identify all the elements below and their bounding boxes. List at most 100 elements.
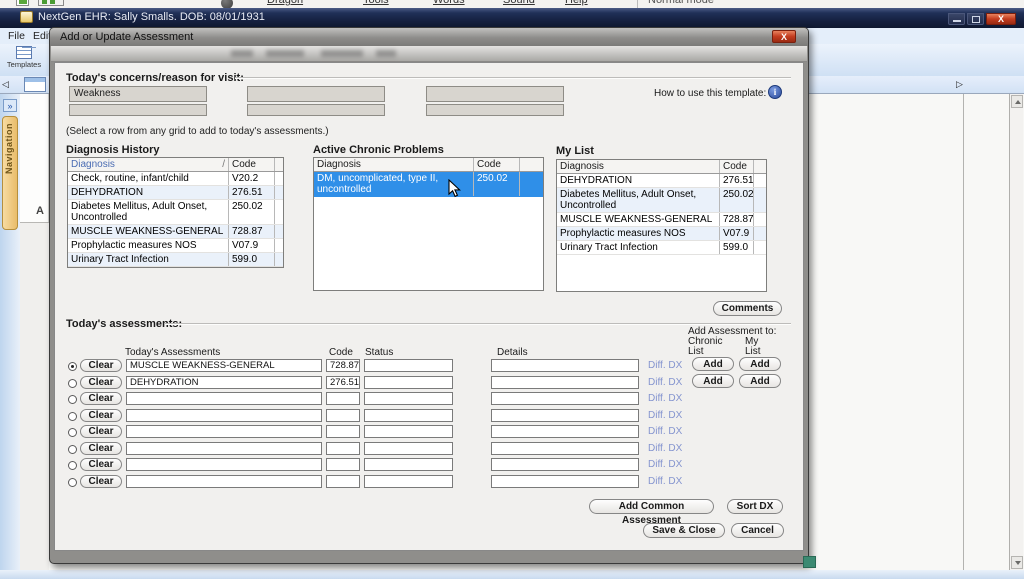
diagnosis-column-header[interactable]: Diagnosis — [314, 158, 474, 171]
add-to-chronic-list-button[interactable]: Add — [692, 374, 734, 388]
code-column-header[interactable]: Code — [229, 158, 275, 171]
menu-help[interactable]: Help — [565, 0, 588, 6]
diff-dx-link[interactable]: Diff. DX — [648, 443, 682, 454]
diagnosis-column-header[interactable]: Diagnosis — [557, 160, 720, 173]
status-input[interactable] — [364, 442, 453, 455]
diff-dx-link[interactable]: Diff. DX — [648, 360, 682, 371]
save-and-close-button[interactable]: Save & Close — [643, 523, 725, 538]
expand-panel-button[interactable]: » — [3, 99, 17, 112]
assessment-input[interactable] — [126, 409, 322, 422]
grid-row[interactable]: Diabetes Mellitus, Adult Onset, Uncontro… — [68, 200, 283, 225]
assessment-radio[interactable] — [68, 428, 77, 437]
grid-header[interactable]: DiagnosisCode — [557, 160, 766, 174]
code-column-header[interactable]: Code — [474, 158, 520, 171]
scroll-up-icon[interactable] — [1011, 95, 1023, 108]
status-input[interactable] — [364, 425, 453, 438]
concern-input-2a[interactable] — [247, 86, 385, 102]
add-to-my-list-button[interactable]: Add — [739, 357, 781, 371]
sort-dx-button[interactable]: Sort DX — [727, 499, 783, 514]
code-input[interactable] — [326, 425, 360, 438]
diagnosis-history-grid[interactable]: Diagnosis/CodeCheck, routine, infant/chi… — [67, 157, 284, 268]
menu-sound[interactable]: Sound — [503, 0, 535, 6]
diagnosis-column-header[interactable]: Diagnosis/ — [68, 158, 229, 171]
add-to-chronic-list-button[interactable]: Add — [692, 357, 734, 371]
assessment-radio[interactable] — [68, 362, 77, 371]
grid-row[interactable]: DM, uncomplicated, type II, uncontrolled… — [314, 172, 543, 197]
details-input[interactable] — [491, 425, 639, 438]
template-tab-icon[interactable] — [24, 77, 46, 92]
clear-button[interactable]: Clear — [80, 475, 122, 488]
minimize-button[interactable] — [948, 13, 965, 25]
grid-row[interactable]: Urinary Tract Infection599.0 — [557, 241, 766, 255]
status-input[interactable] — [364, 392, 453, 405]
assessment-radio[interactable] — [68, 379, 77, 388]
grid-row[interactable]: DEHYDRATION276.51 — [557, 174, 766, 188]
clear-button[interactable]: Clear — [80, 359, 122, 372]
details-input[interactable] — [491, 376, 639, 389]
details-input[interactable] — [491, 359, 639, 372]
dragon-icon-1[interactable] — [16, 0, 29, 6]
clear-button[interactable]: Clear — [80, 376, 122, 389]
code-input[interactable] — [326, 475, 360, 488]
code-input[interactable] — [326, 392, 360, 405]
maximize-button[interactable] — [967, 13, 984, 25]
menu-tools[interactable]: Tools — [363, 0, 389, 6]
details-input[interactable] — [491, 442, 639, 455]
details-input[interactable] — [491, 409, 639, 422]
code-column-header[interactable]: Code — [720, 160, 754, 173]
menu-words[interactable]: Words — [433, 0, 465, 6]
status-input[interactable] — [364, 409, 453, 422]
code-input[interactable] — [326, 442, 360, 455]
diff-dx-link[interactable]: Diff. DX — [648, 410, 682, 421]
status-input[interactable] — [364, 475, 453, 488]
code-input[interactable]: 728.87 — [326, 359, 360, 372]
diff-dx-link[interactable]: Diff. DX — [648, 377, 682, 388]
status-input[interactable] — [364, 376, 453, 389]
assessment-radio[interactable] — [68, 412, 77, 421]
details-input[interactable] — [491, 458, 639, 471]
navigation-tab[interactable]: Navigation — [2, 116, 18, 230]
dragon-icon-2[interactable] — [38, 0, 64, 6]
status-input[interactable] — [364, 458, 453, 471]
concern-input-3a[interactable] — [426, 86, 564, 102]
comments-button[interactable]: Comments — [713, 301, 782, 316]
cancel-button[interactable]: Cancel — [731, 523, 784, 538]
assessment-input[interactable] — [126, 442, 322, 455]
templates-button[interactable]: Templates — [5, 46, 43, 74]
grid-row[interactable]: Check, routine, infant/childV20.2 — [68, 172, 283, 186]
dialog-titlebar[interactable]: Add or Update Assessment X — [50, 28, 808, 46]
close-button[interactable]: X — [986, 13, 1016, 25]
code-input[interactable] — [326, 458, 360, 471]
grid-header[interactable]: DiagnosisCode — [314, 158, 543, 172]
concern-input-3b[interactable] — [426, 104, 564, 116]
grid-row[interactable]: Prophylactic measures NOSV07.9 — [557, 227, 766, 241]
grid-row[interactable]: Diabetes Mellitus, Adult Onset, Uncontro… — [557, 188, 766, 213]
add-to-my-list-button[interactable]: Add — [739, 374, 781, 388]
status-input[interactable] — [364, 359, 453, 372]
clear-button[interactable]: Clear — [80, 409, 122, 422]
assessment-radio[interactable] — [68, 395, 77, 404]
concern-input-2b[interactable] — [247, 104, 385, 116]
active-chronic-problems-grid[interactable]: DiagnosisCodeDM, uncomplicated, type II,… — [313, 157, 544, 291]
scroll-left-icon[interactable]: ◁ — [2, 79, 9, 90]
dragon-logo-icon[interactable] — [221, 0, 233, 8]
scroll-right-icon[interactable]: ▷ — [956, 79, 963, 90]
assessment-input[interactable]: DEHYDRATION — [126, 376, 322, 389]
vertical-scrollbar[interactable] — [1009, 94, 1023, 570]
grid-header[interactable]: Diagnosis/Code — [68, 158, 283, 172]
resize-grip[interactable] — [803, 556, 816, 568]
info-icon[interactable]: i — [768, 85, 782, 99]
grid-row[interactable]: Urinary Tract Infection599.0 — [68, 253, 283, 267]
diff-dx-link[interactable]: Diff. DX — [648, 393, 682, 404]
assessment-radio[interactable] — [68, 445, 77, 454]
grid-row[interactable]: DEHYDRATION276.51 — [68, 186, 283, 200]
diff-dx-link[interactable]: Diff. DX — [648, 476, 682, 487]
menu-dragon[interactable]: Dragon — [267, 0, 303, 6]
diff-dx-link[interactable]: Diff. DX — [648, 459, 682, 470]
assessment-radio[interactable] — [68, 478, 77, 487]
assessment-input[interactable] — [126, 392, 322, 405]
diff-dx-link[interactable]: Diff. DX — [648, 426, 682, 437]
assessment-input[interactable] — [126, 458, 322, 471]
clear-button[interactable]: Clear — [80, 392, 122, 405]
concern-input-1b[interactable] — [69, 104, 207, 116]
